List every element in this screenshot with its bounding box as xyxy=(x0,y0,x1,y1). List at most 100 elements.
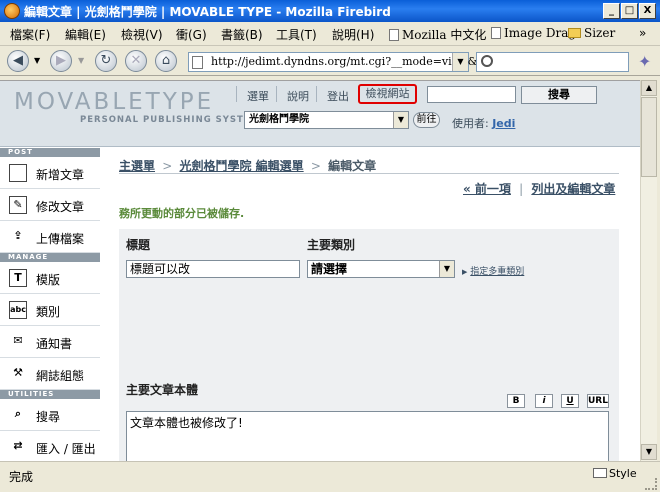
sidebar-item-upload-file[interactable]: ⇪ 上傳檔案 xyxy=(0,221,100,253)
categories-icon: abc xyxy=(9,301,27,319)
close-button[interactable]: X xyxy=(639,3,656,19)
forward-dropdown-icon[interactable]: ▼ xyxy=(78,56,84,65)
stop-icon[interactable]: ✕ xyxy=(125,50,147,72)
category-label: 主要類別 xyxy=(307,238,356,252)
url-dropdown-icon[interactable]: ▼ xyxy=(452,53,468,71)
sidebar-item-label: 搜尋 xyxy=(36,410,61,424)
menu-view[interactable]: 檢視(V) xyxy=(121,26,163,43)
bookmark-sizer[interactable]: Sizer xyxy=(568,26,615,40)
envelope-icon: ✉ xyxy=(9,333,27,351)
italic-button[interactable]: i xyxy=(535,394,553,408)
breadcrumb-main-menu[interactable]: 主選單 xyxy=(119,159,155,173)
throbber-icon: ✦ xyxy=(638,52,652,71)
menu-go[interactable]: 衝(G) xyxy=(176,26,207,43)
sidebar-item-edit-entries[interactable]: ✎ 修改文章 xyxy=(0,189,100,221)
sidebar-item-weblog-config[interactable]: ⚒ 網誌組態 xyxy=(0,358,100,390)
bookmark-image-drag[interactable]: Image Drag xyxy=(491,26,576,40)
previous-entry-link[interactable]: « 前一項 xyxy=(463,182,511,196)
menu-tools[interactable]: 工具(T) xyxy=(276,26,317,43)
back-icon[interactable]: ◀ xyxy=(7,50,29,72)
underline-button[interactable]: U xyxy=(561,394,579,408)
sidebar-item-new-entry[interactable]: 新增文章 xyxy=(0,157,100,189)
blog-select-value: 光劍格鬥學院 xyxy=(249,114,309,125)
breadcrumb-current: 編輯文章 xyxy=(328,159,377,173)
menu-help[interactable]: 說明(H) xyxy=(332,26,374,43)
user-name-link[interactable]: Jedi xyxy=(492,117,515,130)
menu-edit[interactable]: 編輯(E) xyxy=(65,26,106,43)
blog-select[interactable]: 光劍格鬥學院 ▼ xyxy=(244,111,409,129)
sidebar-item-search[interactable]: ⌕ 搜尋 xyxy=(0,399,100,431)
sidebar-item-import-export[interactable]: ⇄ 匯入 / 匯出 xyxy=(0,431,100,461)
url-button[interactable]: URL xyxy=(587,394,609,408)
divider xyxy=(236,86,237,102)
bookmark-mozilla-zh[interactable]: Mozilla 中文化 xyxy=(389,26,486,43)
browser-search-input[interactable] xyxy=(476,52,629,72)
scroll-up-icon[interactable]: ▲ xyxy=(641,80,657,96)
title-input[interactable]: 標題可以改 xyxy=(126,260,300,278)
navigation-toolbar: ◀ ▼ ▶ ▼ ↻ ✕ ⌂ http://jedimt.dyndns.org/m… xyxy=(0,47,660,76)
maximize-button[interactable]: □ xyxy=(621,3,638,19)
sidebar-item-label: 上傳檔案 xyxy=(36,232,85,246)
bold-button[interactable]: B xyxy=(507,394,525,408)
resize-grip[interactable] xyxy=(645,478,657,490)
logout-link[interactable]: 登出 xyxy=(327,88,349,104)
page-icon xyxy=(192,56,203,69)
logo-text: MOVABLETYPE xyxy=(14,89,215,115)
sidebar-section-utilities: UTILITIES xyxy=(0,390,100,399)
multi-category-text: 指定多重類別 xyxy=(470,267,525,277)
list-entries-link[interactable]: 列出及編輯文章 xyxy=(531,182,615,196)
url-input[interactable]: http://jedimt.dyndns.org/mt.cgi?__mode=v… xyxy=(188,52,494,72)
menu-bookmarks[interactable]: 書籤(B) xyxy=(221,26,263,43)
style-switcher[interactable]: Style xyxy=(593,467,637,480)
window-title: 編輯文章 | 光劍格鬥學院 | MOVABLE TYPE - Mozilla F… xyxy=(24,5,391,19)
sidebar-item-templates[interactable]: T 模版 xyxy=(0,262,100,294)
breadcrumb-separator: > xyxy=(162,159,173,173)
upload-icon: ⇪ xyxy=(9,228,27,246)
status-bar: 完成 Style xyxy=(0,461,660,492)
import-export-icon: ⇄ xyxy=(9,438,27,456)
entry-form: 標題 主要類別 標題可以改 請選擇 ▼ ▶ 指定多重類別 主要文章本體 B i … xyxy=(119,229,619,461)
folder-icon xyxy=(568,28,581,38)
page-content: MOVABLETYPE PERSONAL PUBLISHING SYSTEM 選… xyxy=(0,80,640,461)
vertical-scrollbar[interactable]: ▲ ▼ xyxy=(640,80,657,461)
back-dropdown-icon[interactable]: ▼ xyxy=(34,56,40,65)
sidebar-item-categories[interactable]: abc 類別 xyxy=(0,294,100,326)
sidebar-item-label: 通知書 xyxy=(36,337,73,351)
firebird-icon xyxy=(4,3,20,19)
scroll-down-icon[interactable]: ▼ xyxy=(641,444,657,460)
sidebar-item-notifications[interactable]: ✉ 通知書 xyxy=(0,326,100,358)
user-label: 使用者: Jedi xyxy=(452,115,515,131)
reload-icon[interactable]: ↻ xyxy=(95,50,117,72)
menu-file[interactable]: 檔案(F) xyxy=(10,26,50,43)
forward-icon[interactable]: ▶ xyxy=(50,50,72,72)
status-text: 完成 xyxy=(9,470,34,484)
entry-body-textarea[interactable]: 文章本體也被修改了! xyxy=(126,411,609,461)
bookmarks-overflow-chevron[interactable]: » xyxy=(639,26,646,40)
saved-message: 務所更動的部分已被儲存. xyxy=(119,207,245,220)
tools-icon: ⚒ xyxy=(9,365,27,383)
category-select[interactable]: 請選擇 ▼ xyxy=(307,260,455,278)
search-icon xyxy=(481,55,493,67)
chevron-down-icon: ▼ xyxy=(393,112,408,128)
body-label: 主要文章本體 xyxy=(126,383,199,397)
multi-category-link[interactable]: ▶ 指定多重類別 xyxy=(462,264,524,277)
style-label: Style xyxy=(609,467,637,480)
home-icon[interactable]: ⌂ xyxy=(155,50,177,72)
bookmark-label: Sizer xyxy=(584,26,616,40)
menu-link[interactable]: 選單 xyxy=(247,88,269,104)
mt-search-input[interactable] xyxy=(427,86,516,103)
chevron-down-icon: ▼ xyxy=(439,261,454,277)
logo-subtitle: PERSONAL PUBLISHING SYSTEM xyxy=(80,115,261,125)
edit-entries-icon: ✎ xyxy=(9,196,27,214)
divider xyxy=(276,86,277,102)
user-label-text: 使用者: xyxy=(452,117,489,130)
minimize-button[interactable]: _ xyxy=(603,3,620,19)
go-button[interactable]: 前往 xyxy=(413,112,440,128)
page-icon xyxy=(389,29,399,41)
sidebar-item-label: 模版 xyxy=(36,273,61,287)
view-site-link[interactable]: 檢視網站 xyxy=(358,84,417,104)
help-link[interactable]: 說明 xyxy=(287,88,309,104)
scrollbar-thumb[interactable] xyxy=(641,97,657,177)
breadcrumb-blog-menu[interactable]: 光劍格鬥學院 編輯選單 xyxy=(179,159,303,173)
search-button[interactable]: 搜尋 xyxy=(521,86,597,104)
